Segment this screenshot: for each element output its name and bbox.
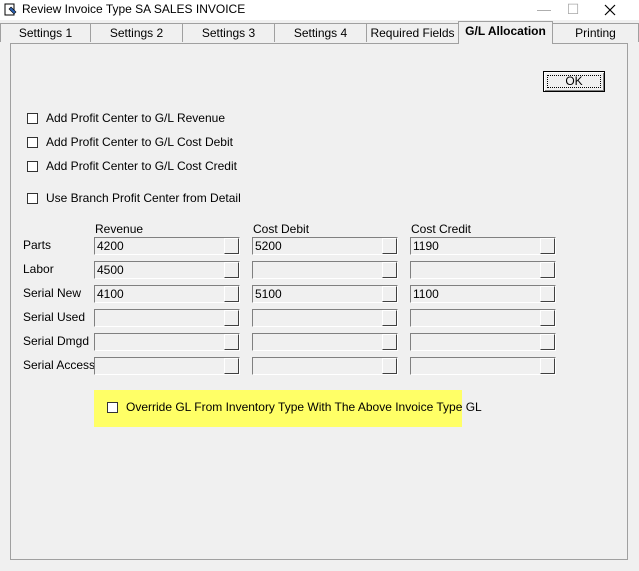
tab-settings-1[interactable]: Settings 1 bbox=[0, 23, 91, 42]
checkbox-box[interactable] bbox=[27, 136, 38, 148]
row-label-serial-new: Serial New bbox=[23, 286, 82, 300]
labor-cost-credit-field[interactable] bbox=[410, 261, 556, 279]
checkbox-override-gl[interactable]: Override GL From Inventory Type With The… bbox=[107, 400, 482, 414]
checkbox-box[interactable] bbox=[27, 192, 38, 204]
close-icon[interactable] bbox=[603, 3, 617, 17]
column-header-revenue: Revenue bbox=[95, 222, 144, 236]
dropdown-button[interactable] bbox=[382, 334, 397, 350]
serial-used-cost-credit-field[interactable] bbox=[410, 309, 556, 327]
dropdown-button[interactable] bbox=[382, 286, 397, 302]
column-header-cost-credit: Cost Credit bbox=[411, 222, 472, 236]
serial-dmgd-cost-credit-field[interactable] bbox=[410, 333, 556, 351]
tab-required-fields[interactable]: Required Fields bbox=[366, 23, 459, 42]
serial-new-cost-credit-field[interactable]: 1100 bbox=[410, 285, 556, 303]
tab-printing[interactable]: Printing bbox=[552, 23, 639, 42]
checkbox-box[interactable] bbox=[107, 401, 118, 413]
ok-button[interactable]: OK bbox=[543, 71, 605, 92]
labor-revenue-field[interactable]: 4500 bbox=[94, 261, 240, 279]
maximize-icon[interactable]: ☐ bbox=[558, 0, 588, 20]
checkbox-label: Use Branch Profit Center from Detail bbox=[46, 191, 241, 205]
tab-settings-3[interactable]: Settings 3 bbox=[182, 23, 275, 42]
checkbox-label: Add Profit Center to G/L Cost Credit bbox=[46, 159, 237, 173]
dropdown-button[interactable] bbox=[540, 310, 555, 326]
dropdown-button[interactable] bbox=[540, 358, 555, 374]
serial-access-cost-debit-field[interactable] bbox=[252, 357, 398, 375]
dropdown-button[interactable] bbox=[382, 310, 397, 326]
dropdown-button[interactable] bbox=[540, 286, 555, 302]
dropdown-button[interactable] bbox=[224, 286, 239, 302]
field-value: 4200 bbox=[97, 239, 124, 253]
column-header-cost-debit: Cost Debit bbox=[253, 222, 310, 236]
dropdown-button[interactable] bbox=[540, 334, 555, 350]
dropdown-button[interactable] bbox=[540, 238, 555, 254]
dropdown-button[interactable] bbox=[224, 358, 239, 374]
dropdown-button[interactable] bbox=[224, 334, 239, 350]
app-icon bbox=[4, 3, 17, 16]
serial-dmgd-cost-debit-field[interactable] bbox=[252, 333, 398, 351]
row-label-parts: Parts bbox=[23, 238, 52, 252]
ok-label: OK bbox=[565, 74, 583, 88]
dropdown-button[interactable] bbox=[224, 262, 239, 278]
serial-dmgd-revenue-field[interactable] bbox=[94, 333, 240, 351]
checkbox-label: Override GL From Inventory Type With The… bbox=[126, 400, 482, 414]
dropdown-button[interactable] bbox=[382, 262, 397, 278]
dropdown-button[interactable] bbox=[382, 358, 397, 374]
checkbox-add-profit-center-cost-debit[interactable]: Add Profit Center to G/L Cost Debit bbox=[27, 135, 233, 149]
tab-settings-4[interactable]: Settings 4 bbox=[274, 23, 367, 42]
checkbox-use-branch-profit-center[interactable]: Use Branch Profit Center from Detail bbox=[27, 191, 241, 205]
dropdown-button[interactable] bbox=[224, 238, 239, 254]
dropdown-button[interactable] bbox=[382, 238, 397, 254]
checkbox-box[interactable] bbox=[27, 160, 38, 172]
checkbox-label: Add Profit Center to G/L Cost Debit bbox=[46, 135, 233, 149]
field-value: 4500 bbox=[97, 263, 124, 277]
field-value: 1100 bbox=[413, 287, 439, 301]
parts-cost-credit-field[interactable]: 1190 bbox=[410, 237, 556, 255]
dropdown-button[interactable] bbox=[224, 310, 239, 326]
tab-strip: Settings 1 Settings 2 Settings 3 Setting… bbox=[0, 21, 639, 44]
serial-used-cost-debit-field[interactable] bbox=[252, 309, 398, 327]
dropdown-button[interactable] bbox=[540, 262, 555, 278]
checkbox-label: Add Profit Center to G/L Revenue bbox=[46, 111, 225, 125]
checkbox-add-profit-center-cost-credit[interactable]: Add Profit Center to G/L Cost Credit bbox=[27, 159, 237, 173]
serial-new-revenue-field[interactable]: 4100 bbox=[94, 285, 240, 303]
labor-cost-debit-field[interactable] bbox=[252, 261, 398, 279]
parts-revenue-field[interactable]: 4200 bbox=[94, 237, 240, 255]
row-label-serial-used: Serial Used bbox=[23, 310, 86, 324]
serial-access-cost-credit-field[interactable] bbox=[410, 357, 556, 375]
window-title: Review Invoice Type SA SALES INVOICE bbox=[22, 2, 246, 16]
row-label-serial-access: Serial Access bbox=[23, 358, 96, 372]
serial-access-revenue-field[interactable] bbox=[94, 357, 240, 375]
row-label-labor: Labor bbox=[23, 262, 54, 276]
serial-used-revenue-field[interactable] bbox=[94, 309, 240, 327]
minimize-icon[interactable]: — bbox=[529, 0, 559, 20]
parts-cost-debit-field[interactable]: 5200 bbox=[252, 237, 398, 255]
row-label-serial-dmgd: Serial Dmgd bbox=[23, 334, 90, 348]
title-bar: Review Invoice Type SA SALES INVOICE — ☐ bbox=[0, 0, 639, 20]
checkbox-add-profit-center-revenue[interactable]: Add Profit Center to G/L Revenue bbox=[27, 111, 225, 125]
field-value: 1190 bbox=[413, 239, 439, 253]
field-value: 4100 bbox=[97, 287, 124, 301]
field-value: 5100 bbox=[255, 287, 282, 301]
field-value: 5200 bbox=[255, 239, 282, 253]
serial-new-cost-debit-field[interactable]: 5100 bbox=[252, 285, 398, 303]
checkbox-box[interactable] bbox=[27, 112, 38, 124]
tab-gl-allocation[interactable]: G/L Allocation bbox=[458, 21, 553, 44]
tab-settings-2[interactable]: Settings 2 bbox=[90, 23, 183, 42]
